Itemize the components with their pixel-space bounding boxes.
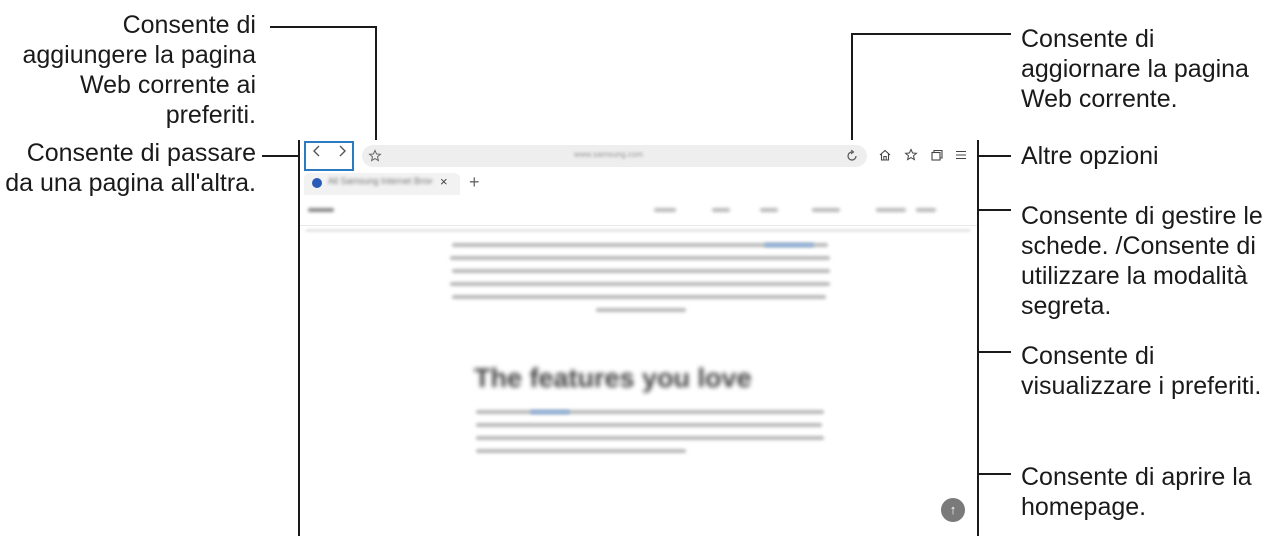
tab-title: All Samsung Internet Browser — [328, 176, 432, 186]
bookmarks-icon[interactable] — [903, 148, 919, 164]
back-icon[interactable] — [309, 144, 325, 163]
leader-refresh-v — [851, 33, 853, 147]
site-nav-link — [916, 208, 936, 212]
site-nav-link — [812, 208, 840, 212]
refresh-icon[interactable] — [844, 149, 860, 165]
callout-tabs-secret: Consente di gestire le schede. /Consente… — [1021, 202, 1263, 320]
intro-link — [764, 243, 814, 247]
site-nav-link — [876, 208, 906, 212]
body-line — [476, 423, 822, 427]
site-logo-blur — [308, 208, 334, 212]
url-text: www.samsung.com — [574, 150, 643, 159]
leader-refresh-h — [851, 33, 1011, 35]
callout-more-options: Altre opzioni — [1021, 142, 1159, 170]
intro-line — [596, 308, 686, 312]
leader-add-bookmark-h — [270, 26, 377, 28]
menu-icon[interactable] — [953, 148, 969, 164]
intro-line — [450, 256, 830, 260]
site-nav-link — [760, 208, 778, 212]
tabs-icon[interactable] — [929, 148, 945, 164]
intro-line — [452, 295, 826, 299]
site-divider — [306, 229, 970, 232]
tab-close-icon[interactable]: × — [440, 174, 448, 189]
callout-back-forward: Consente di passare da una pagina all'al… — [5, 139, 256, 197]
page-heading: The features you love — [474, 363, 752, 393]
callout-bookmarks: Consente di visualizzare i preferiti. — [1021, 342, 1262, 400]
intro-line — [450, 282, 830, 286]
leader-add-bookmark-v — [375, 26, 377, 146]
site-nav-link — [654, 208, 676, 212]
callout-homepage: Consente di aprire la homepage. — [1021, 463, 1252, 521]
body-line — [476, 410, 824, 414]
site-nav-link — [712, 208, 730, 212]
intro-line — [452, 269, 830, 273]
home-icon[interactable] — [877, 148, 893, 164]
scroll-to-top-button[interactable]: ↑ — [941, 498, 965, 522]
callout-refresh: Consente di aggiornare la pagina Web cor… — [1021, 25, 1249, 113]
body-line — [476, 449, 686, 453]
site-favicon — [312, 178, 322, 188]
browser-frame-right — [977, 140, 979, 536]
forward-icon[interactable] — [334, 144, 350, 163]
callout-add-bookmark: Consente di aggiungere la pagina Web cor… — [22, 11, 256, 129]
bookmark-add-icon[interactable] — [367, 149, 383, 165]
body-line — [476, 436, 824, 440]
body-link — [530, 410, 570, 414]
site-nav-bar — [300, 197, 977, 226]
new-tab-button[interactable]: + — [469, 172, 480, 193]
